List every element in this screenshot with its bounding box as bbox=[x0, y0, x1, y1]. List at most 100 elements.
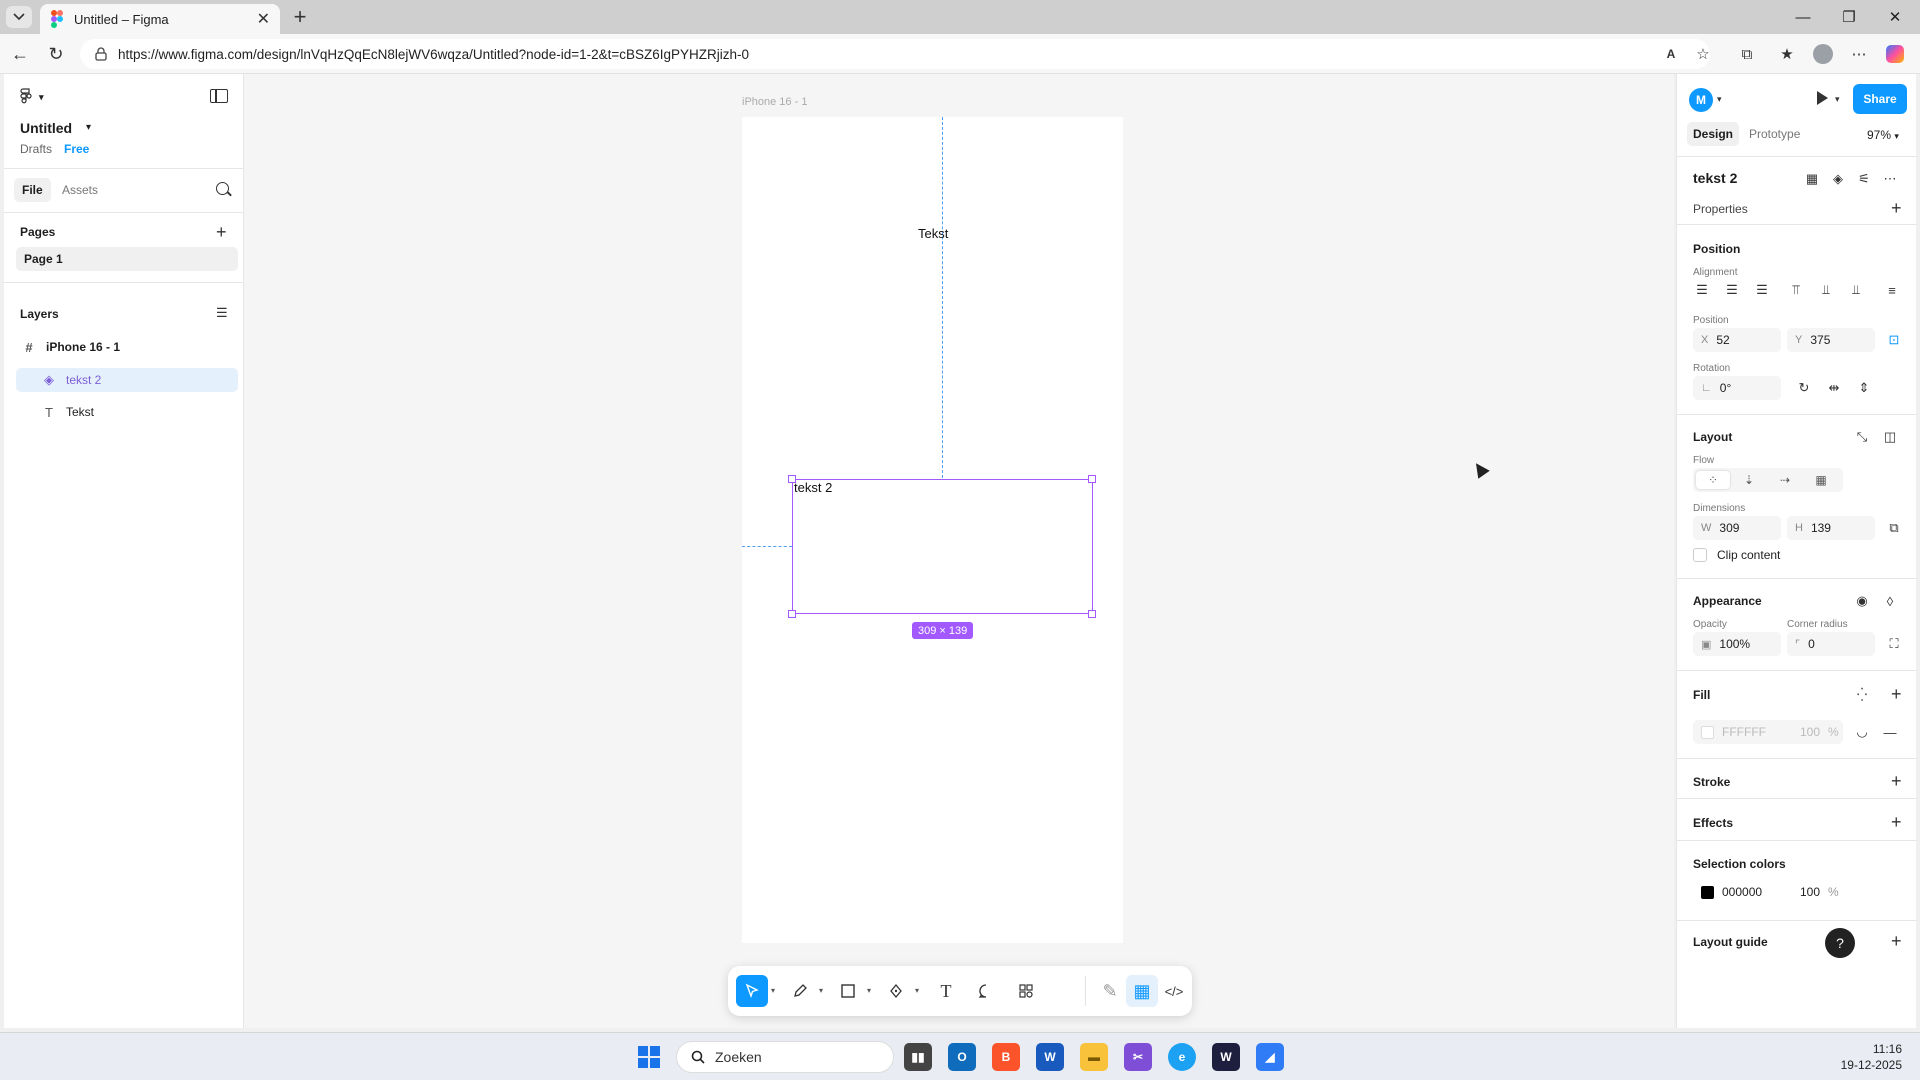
chevron-down-icon[interactable]: ▾ bbox=[819, 986, 823, 995]
word-icon[interactable]: W bbox=[1036, 1043, 1064, 1071]
design-mode-button[interactable]: ▦ bbox=[1126, 975, 1158, 1007]
favorites-icon[interactable]: ★ bbox=[1776, 43, 1798, 65]
tab-assets[interactable]: Assets bbox=[54, 178, 106, 202]
flip-vertical-icon[interactable]: ⇕ bbox=[1855, 379, 1873, 397]
page-item[interactable]: Page 1 bbox=[16, 247, 238, 271]
restore-button[interactable]: ❐ bbox=[1826, 0, 1872, 34]
height-input[interactable]: H 139 bbox=[1787, 516, 1875, 540]
warp-icon[interactable]: W bbox=[1212, 1043, 1240, 1071]
edge-icon[interactable]: e bbox=[1168, 1043, 1196, 1071]
app-icon[interactable]: ◢ bbox=[1256, 1043, 1284, 1071]
profile-avatar-icon[interactable] bbox=[1812, 43, 1834, 65]
plan-badge[interactable]: Free bbox=[64, 142, 89, 156]
file-explorer-icon[interactable]: ▬ bbox=[1080, 1043, 1108, 1071]
dev-mode-button[interactable]: </> bbox=[1158, 975, 1190, 1007]
chevron-down-icon[interactable]: ▾ bbox=[867, 986, 871, 995]
flow-horizontal-icon[interactable]: ⇢ bbox=[1768, 471, 1802, 489]
collapse-layers-icon[interactable]: ☰ bbox=[216, 306, 228, 320]
read-aloud-icon[interactable]: A bbox=[1660, 43, 1682, 65]
flow-freeform-icon[interactable]: ⁘ bbox=[1696, 471, 1730, 489]
align-left-icon[interactable]: ☰ bbox=[1693, 281, 1711, 299]
add-effect-plus-icon[interactable]: + bbox=[1891, 813, 1902, 831]
move-tool-button[interactable] bbox=[736, 975, 768, 1007]
tab-design[interactable]: Design bbox=[1687, 122, 1740, 146]
independent-corners-icon[interactable]: ⛶ bbox=[1885, 635, 1903, 653]
flow-vertical-icon[interactable]: ⇣ bbox=[1732, 471, 1766, 489]
taskbar-clock[interactable]: 11:16 19-12-2025 bbox=[1841, 1041, 1902, 1073]
canvas-text-tekst[interactable]: Tekst bbox=[918, 226, 948, 241]
outlook-icon[interactable]: O bbox=[948, 1043, 976, 1071]
taskbar-search[interactable]: Zoeken bbox=[676, 1041, 894, 1073]
more-options-icon[interactable]: ⋯ bbox=[1881, 170, 1899, 188]
add-layout-guide-plus-icon[interactable]: + bbox=[1891, 932, 1902, 950]
resize-handle-top-left[interactable] bbox=[788, 475, 796, 483]
comment-tool-button[interactable] bbox=[970, 975, 1002, 1007]
pen-tool-button[interactable] bbox=[880, 975, 912, 1007]
align-middle-v-icon[interactable]: ⫫ bbox=[1817, 281, 1835, 299]
align-right-icon[interactable]: ☰ bbox=[1753, 281, 1771, 299]
hidden-eye-icon[interactable]: ◡ bbox=[1853, 723, 1871, 741]
chevron-down-icon[interactable]: ▾ bbox=[1835, 94, 1840, 105]
close-tab-icon[interactable]: ✕ bbox=[257, 9, 270, 29]
file-menu-chevron-icon[interactable]: ▾ bbox=[86, 122, 91, 133]
y-position-input[interactable]: Y 375 bbox=[1787, 328, 1875, 352]
text-tool-button[interactable]: T bbox=[930, 975, 962, 1007]
avatar[interactable]: M bbox=[1689, 88, 1713, 112]
actions-button[interactable] bbox=[1010, 975, 1042, 1007]
collapse-icon[interactable]: ⤡ bbox=[1853, 428, 1871, 446]
align-bottom-icon[interactable]: ⫫ bbox=[1847, 281, 1865, 299]
help-button[interactable]: ? bbox=[1825, 928, 1855, 958]
layer-row-text[interactable]: T Tekst bbox=[16, 400, 238, 424]
remove-fill-minus-icon[interactable]: — bbox=[1881, 723, 1899, 741]
tab-prototype[interactable]: Prototype bbox=[1743, 122, 1806, 146]
present-play-icon[interactable] bbox=[1817, 91, 1828, 105]
align-center-h-icon[interactable]: ☰ bbox=[1723, 281, 1741, 299]
main-menu-button[interactable]: ▾ bbox=[20, 88, 44, 109]
browser-tab[interactable]: Untitled – Figma ✕ bbox=[40, 4, 280, 34]
selection-color-swatch[interactable] bbox=[1701, 885, 1714, 899]
draw-mode-button[interactable]: ✎ bbox=[1094, 975, 1126, 1007]
copilot-icon[interactable] bbox=[1884, 43, 1906, 65]
fill-color-input[interactable]: FFFFFF 100 % bbox=[1693, 720, 1843, 744]
close-window-button[interactable]: ✕ bbox=[1872, 0, 1918, 34]
resize-handle-bottom-left[interactable] bbox=[788, 610, 796, 618]
layer-row-frame[interactable]: # iPhone 16 - 1 bbox=[16, 335, 238, 359]
tab-actions-button[interactable] bbox=[6, 6, 32, 28]
more-menu-icon[interactable]: ⋯ bbox=[1848, 43, 1870, 65]
draw-tool-button[interactable] bbox=[784, 975, 816, 1007]
selection-color-input[interactable]: 000000 100 % bbox=[1693, 880, 1843, 904]
fill-swatch[interactable] bbox=[1701, 725, 1714, 739]
minimize-button[interactable]: — bbox=[1780, 0, 1826, 34]
constrain-proportions-icon[interactable]: ⧉ bbox=[1885, 519, 1903, 537]
file-name[interactable]: Untitled bbox=[20, 120, 72, 136]
brave-icon[interactable]: B bbox=[992, 1043, 1020, 1071]
rotate-icon[interactable]: ↻ bbox=[1795, 379, 1813, 397]
new-tab-button[interactable]: + bbox=[288, 4, 312, 29]
flip-horizontal-icon[interactable]: ⇹ bbox=[1825, 379, 1843, 397]
frame-label[interactable]: iPhone 16 - 1 bbox=[742, 96, 807, 108]
resize-handle-top-right[interactable] bbox=[1088, 475, 1096, 483]
clip-content-checkbox[interactable] bbox=[1693, 548, 1707, 562]
opacity-input[interactable]: ▣ 100% bbox=[1693, 632, 1781, 656]
add-page-plus-icon[interactable]: + bbox=[216, 223, 227, 241]
resize-handle-bottom-right[interactable] bbox=[1088, 610, 1096, 618]
align-top-icon[interactable]: ⫪ bbox=[1787, 281, 1805, 299]
add-stroke-plus-icon[interactable]: + bbox=[1891, 772, 1902, 790]
adjust-icon[interactable]: ⚟ bbox=[1855, 170, 1873, 188]
task-view-icon[interactable]: ▮▮ bbox=[904, 1043, 932, 1071]
grid-instance-icon[interactable]: ▦ bbox=[1803, 170, 1821, 188]
add-fill-plus-icon[interactable]: + bbox=[1891, 685, 1902, 703]
component-icon[interactable]: ◈ bbox=[1829, 170, 1847, 188]
chevron-down-icon[interactable]: ▾ bbox=[1717, 94, 1722, 105]
file-location[interactable]: Drafts bbox=[20, 142, 52, 156]
constraints-icon[interactable]: ⊡ bbox=[1885, 331, 1903, 349]
favorite-star-icon[interactable]: ☆ bbox=[1692, 43, 1714, 65]
zoom-level[interactable]: 97% ▾ bbox=[1867, 128, 1899, 142]
styles-grid-icon[interactable]: ⁛ bbox=[1853, 686, 1871, 704]
share-button[interactable]: Share bbox=[1853, 84, 1907, 114]
width-input[interactable]: W 309 bbox=[1693, 516, 1781, 540]
eye-icon[interactable]: ◉ bbox=[1853, 592, 1871, 610]
chevron-down-icon[interactable]: ▾ bbox=[771, 986, 775, 995]
chevron-down-icon[interactable]: ▾ bbox=[915, 986, 919, 995]
layout-grid-icon[interactable]: ◫ bbox=[1881, 428, 1899, 446]
